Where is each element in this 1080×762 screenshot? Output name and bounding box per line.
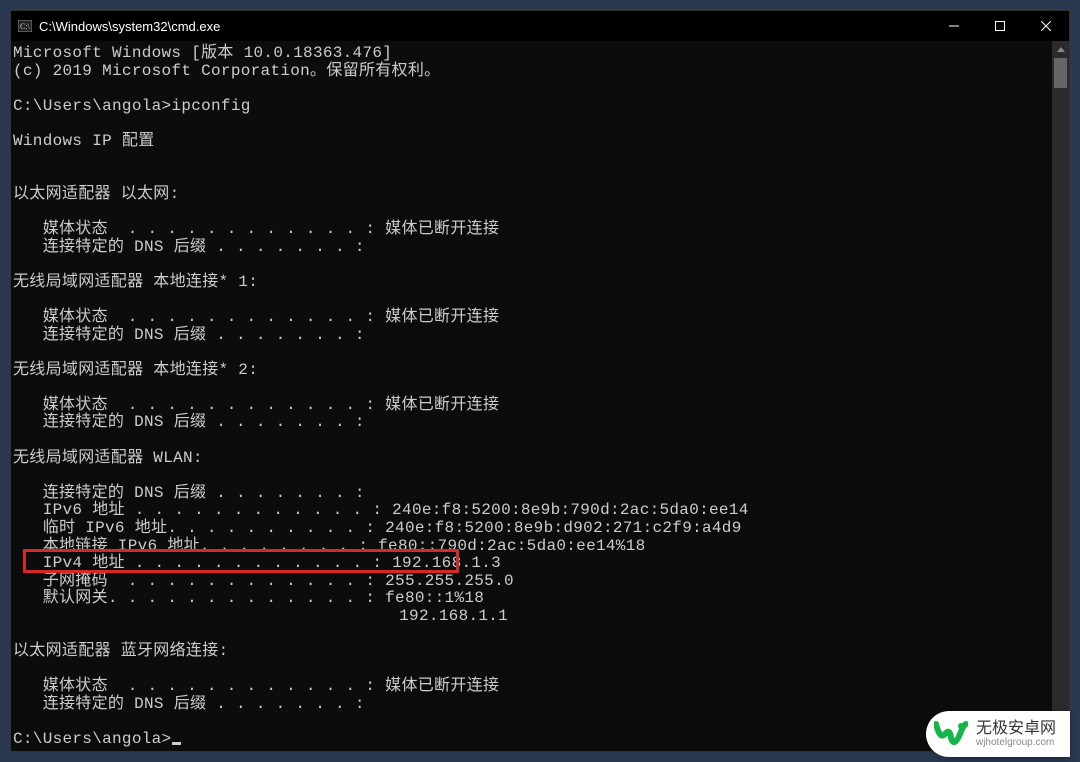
adapter-header: 无线局域网适配器 本地连接* 2: <box>13 362 1067 380</box>
minimize-button[interactable] <box>931 11 977 41</box>
svg-text:C:\: C:\ <box>20 22 31 31</box>
watermark: 无极安卓网 wjhotelgroup.com <box>926 711 1070 757</box>
output-line: 媒体状态 . . . . . . . . . . . . : 媒体已断开连接 <box>13 397 1067 415</box>
output-line: 连接特定的 DNS 后缀 . . . . . . . : <box>13 239 1067 257</box>
output-line: 媒体状态 . . . . . . . . . . . . : 媒体已断开连接 <box>13 678 1067 696</box>
scroll-up-button[interactable] <box>1052 41 1069 58</box>
scrollbar[interactable] <box>1052 41 1069 751</box>
terminal-output[interactable]: Microsoft Windows [版本 10.0.18363.476](c)… <box>11 41 1069 751</box>
scroll-thumb[interactable] <box>1054 58 1067 88</box>
adapter-header: 无线局域网适配器 本地连接* 1: <box>13 274 1067 292</box>
cursor <box>172 742 181 745</box>
cmd-window: C:\ C:\Windows\system32\cmd.exe Microsof… <box>10 10 1070 752</box>
output-line: 媒体状态 . . . . . . . . . . . . : 媒体已断开连接 <box>13 221 1067 239</box>
output-line: 连接特定的 DNS 后缀 . . . . . . . : <box>13 696 1067 714</box>
adapter-header: 无线局域网适配器 WLAN: <box>13 450 1067 468</box>
ipv4-line: IPv4 地址 . . . . . . . . . . . . : 192.16… <box>13 555 1067 573</box>
watermark-url: wjhotelgroup.com <box>976 737 1056 748</box>
output-line: Windows IP 配置 <box>13 133 1067 151</box>
adapter-header: 以太网适配器 以太网: <box>13 186 1067 204</box>
close-button[interactable] <box>1023 11 1069 41</box>
output-line: (c) 2019 Microsoft Corporation。保留所有权利。 <box>13 63 1067 81</box>
output-line: 连接特定的 DNS 后缀 . . . . . . . : <box>13 485 1067 503</box>
output-line: 连接特定的 DNS 后缀 . . . . . . . : <box>13 327 1067 345</box>
adapter-header: 以太网适配器 蓝牙网络连接: <box>13 643 1067 661</box>
window-title: C:\Windows\system32\cmd.exe <box>39 19 220 34</box>
output-line: 连接特定的 DNS 后缀 . . . . . . . : <box>13 414 1067 432</box>
output-line: 媒体状态 . . . . . . . . . . . . : 媒体已断开连接 <box>13 309 1067 327</box>
cmd-icon: C:\ <box>17 18 33 34</box>
output-line: 192.168.1.1 <box>13 608 1067 626</box>
watermark-logo-icon <box>934 717 968 751</box>
output-line: 子网掩码 . . . . . . . . . . . . : 255.255.2… <box>13 573 1067 591</box>
output-line: Microsoft Windows [版本 10.0.18363.476] <box>13 45 1067 63</box>
maximize-button[interactable] <box>977 11 1023 41</box>
watermark-title: 无极安卓网 <box>976 720 1056 738</box>
output-line: 本地链接 IPv6 地址. . . . . . . . : fe80::790d… <box>13 538 1067 556</box>
scroll-track[interactable] <box>1052 58 1069 734</box>
prompt-line: C:\Users\angola> <box>13 731 1067 749</box>
output-line: IPv6 地址 . . . . . . . . . . . . : 240e:f… <box>13 502 1067 520</box>
prompt-line: C:\Users\angola>ipconfig <box>13 98 1067 116</box>
titlebar[interactable]: C:\ C:\Windows\system32\cmd.exe <box>11 11 1069 41</box>
output-line: 默认网关. . . . . . . . . . . . . : fe80::1%… <box>13 590 1067 608</box>
output-line: 临时 IPv6 地址. . . . . . . . . . : 240e:f8:… <box>13 520 1067 538</box>
